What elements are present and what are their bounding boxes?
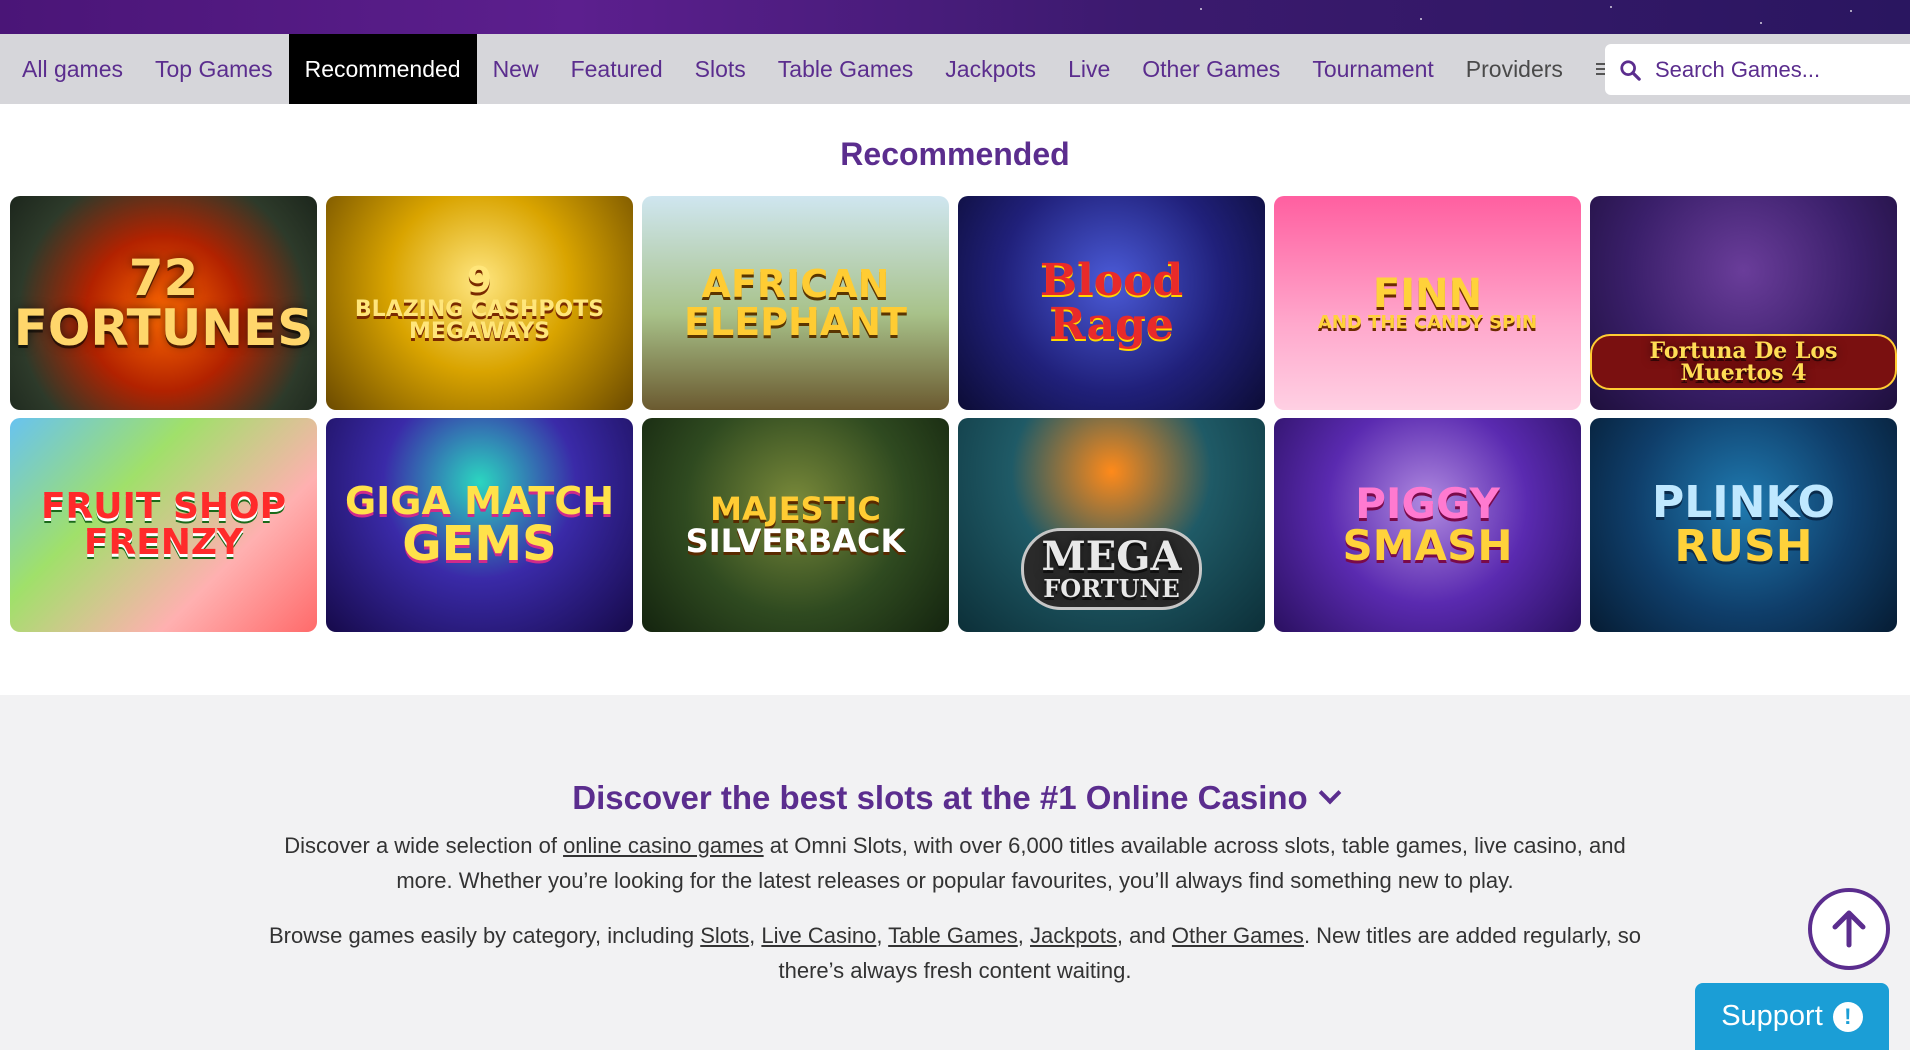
game-title: 9 BLAZING CASHPOTS MEGAWAYS xyxy=(354,260,605,344)
separator: , xyxy=(876,923,889,948)
game-title: MAJESTIC SILVERBACK xyxy=(685,490,906,560)
star-decoration xyxy=(1850,10,1852,12)
text: Browse games easily by category, includi… xyxy=(268,923,701,948)
game-title: MEGA FORTUNE xyxy=(1020,528,1203,610)
game-tile-72-fortunes[interactable]: 72 FORTUNES xyxy=(10,196,317,410)
nav-live[interactable]: Live xyxy=(1052,34,1126,104)
game-title: FINN AND THE CANDY SPIN xyxy=(1317,271,1538,333)
nav-table-games[interactable]: Table Games xyxy=(762,34,930,104)
nav-recommended[interactable]: Recommended xyxy=(288,34,477,104)
top-banner-strip xyxy=(0,0,1910,34)
star-decoration xyxy=(1760,22,1762,24)
support-button[interactable]: Support ! xyxy=(1695,983,1889,1050)
link-slots[interactable]: Slots xyxy=(700,923,749,948)
star-decoration xyxy=(1610,6,1612,8)
discover-paragraph-1: Discover a wide selection of online casi… xyxy=(260,828,1650,898)
nav-other-games[interactable]: Other Games xyxy=(1126,34,1296,104)
nav-featured[interactable]: Featured xyxy=(555,34,679,104)
link-table-games[interactable]: Table Games xyxy=(888,923,1018,948)
nav-top-games[interactable]: Top Games xyxy=(139,34,289,104)
game-title: FRUIT SHOP FRENZY xyxy=(40,486,287,563)
nav-tournament[interactable]: Tournament xyxy=(1296,34,1449,104)
discover-paragraph-2: Browse games easily by category, includi… xyxy=(260,918,1650,988)
game-tile-piggy-smash[interactable]: PIGGY SMASH xyxy=(1274,418,1581,632)
link-jackpots[interactable]: Jackpots xyxy=(1030,923,1117,948)
game-tile-fortuna-de-los-muertos[interactable]: Fortuna De Los Muertos 4 xyxy=(1590,196,1897,410)
game-tile-blazing-cashpots[interactable]: 9 BLAZING CASHPOTS MEGAWAYS xyxy=(326,196,633,410)
game-tile-blood-rage[interactable]: Blood Rage xyxy=(958,196,1265,410)
chat-alert-icon: ! xyxy=(1832,1001,1863,1032)
star-decoration xyxy=(1200,8,1202,10)
nav-new[interactable]: New xyxy=(477,34,555,104)
search-input[interactable] xyxy=(1655,56,1885,83)
link-online-casino-games[interactable]: online casino games xyxy=(563,833,764,858)
game-tile-finn-candy-spin[interactable]: FINN AND THE CANDY SPIN xyxy=(1274,196,1581,410)
separator: , and xyxy=(1116,923,1172,948)
discover-heading-text: Discover the best slots at the #1 Online… xyxy=(572,779,1308,816)
nav-slots[interactable]: Slots xyxy=(679,34,762,104)
game-tile-fruit-shop-frenzy[interactable]: FRUIT SHOP FRENZY xyxy=(10,418,317,632)
search-box xyxy=(1605,44,1910,95)
games-grid: 72 FORTUNES 9 BLAZING CASHPOTS MEGAWAYS AF… xyxy=(10,196,1900,632)
link-other-games[interactable]: Other Games xyxy=(1172,923,1304,948)
star-decoration xyxy=(1420,18,1422,20)
game-title: GIGA MATCH GEMS xyxy=(344,479,615,572)
game-title: 72 FORTUNES xyxy=(13,249,314,357)
nav-jackpots[interactable]: Jackpots xyxy=(929,34,1052,104)
arrow-up-icon xyxy=(1832,910,1866,948)
game-title: PIGGY SMASH xyxy=(1342,479,1513,570)
link-live-casino[interactable]: Live Casino xyxy=(761,923,876,948)
game-title: Fortuna De Los Muertos 4 xyxy=(1590,334,1897,390)
game-tile-majestic-silverback[interactable]: MAJESTIC SILVERBACK xyxy=(642,418,949,632)
discover-heading[interactable]: Discover the best slots at the #1 Online… xyxy=(0,779,1910,817)
game-title: AFRICAN ELEPHANT xyxy=(684,262,907,344)
chevron-down-icon[interactable] xyxy=(1318,781,1342,805)
nav-providers[interactable]: Providers xyxy=(1450,34,1579,104)
game-tile-african-elephant[interactable]: AFRICAN ELEPHANT xyxy=(642,196,949,410)
game-tile-mega-fortune[interactable]: MEGA FORTUNE xyxy=(958,418,1265,632)
game-tile-giga-match-gems[interactable]: GIGA MATCH GEMS xyxy=(326,418,633,632)
discover-section: Discover the best slots at the #1 Online… xyxy=(0,695,1910,1050)
text: Discover a wide selection of xyxy=(284,833,564,858)
search-icon xyxy=(1620,59,1641,81)
scroll-to-top-button[interactable] xyxy=(1808,888,1890,970)
nav-all-games[interactable]: All games xyxy=(0,34,139,104)
game-tile-plinko-rush[interactable]: PLINKO RUSH xyxy=(1590,418,1897,632)
game-title: Blood Rage xyxy=(1039,255,1184,350)
support-label: Support xyxy=(1721,1000,1823,1032)
game-title: PLINKO RUSH xyxy=(1651,477,1835,572)
section-title: Recommended xyxy=(840,136,1070,172)
separator: , xyxy=(1017,923,1031,948)
separator: , xyxy=(749,923,762,948)
